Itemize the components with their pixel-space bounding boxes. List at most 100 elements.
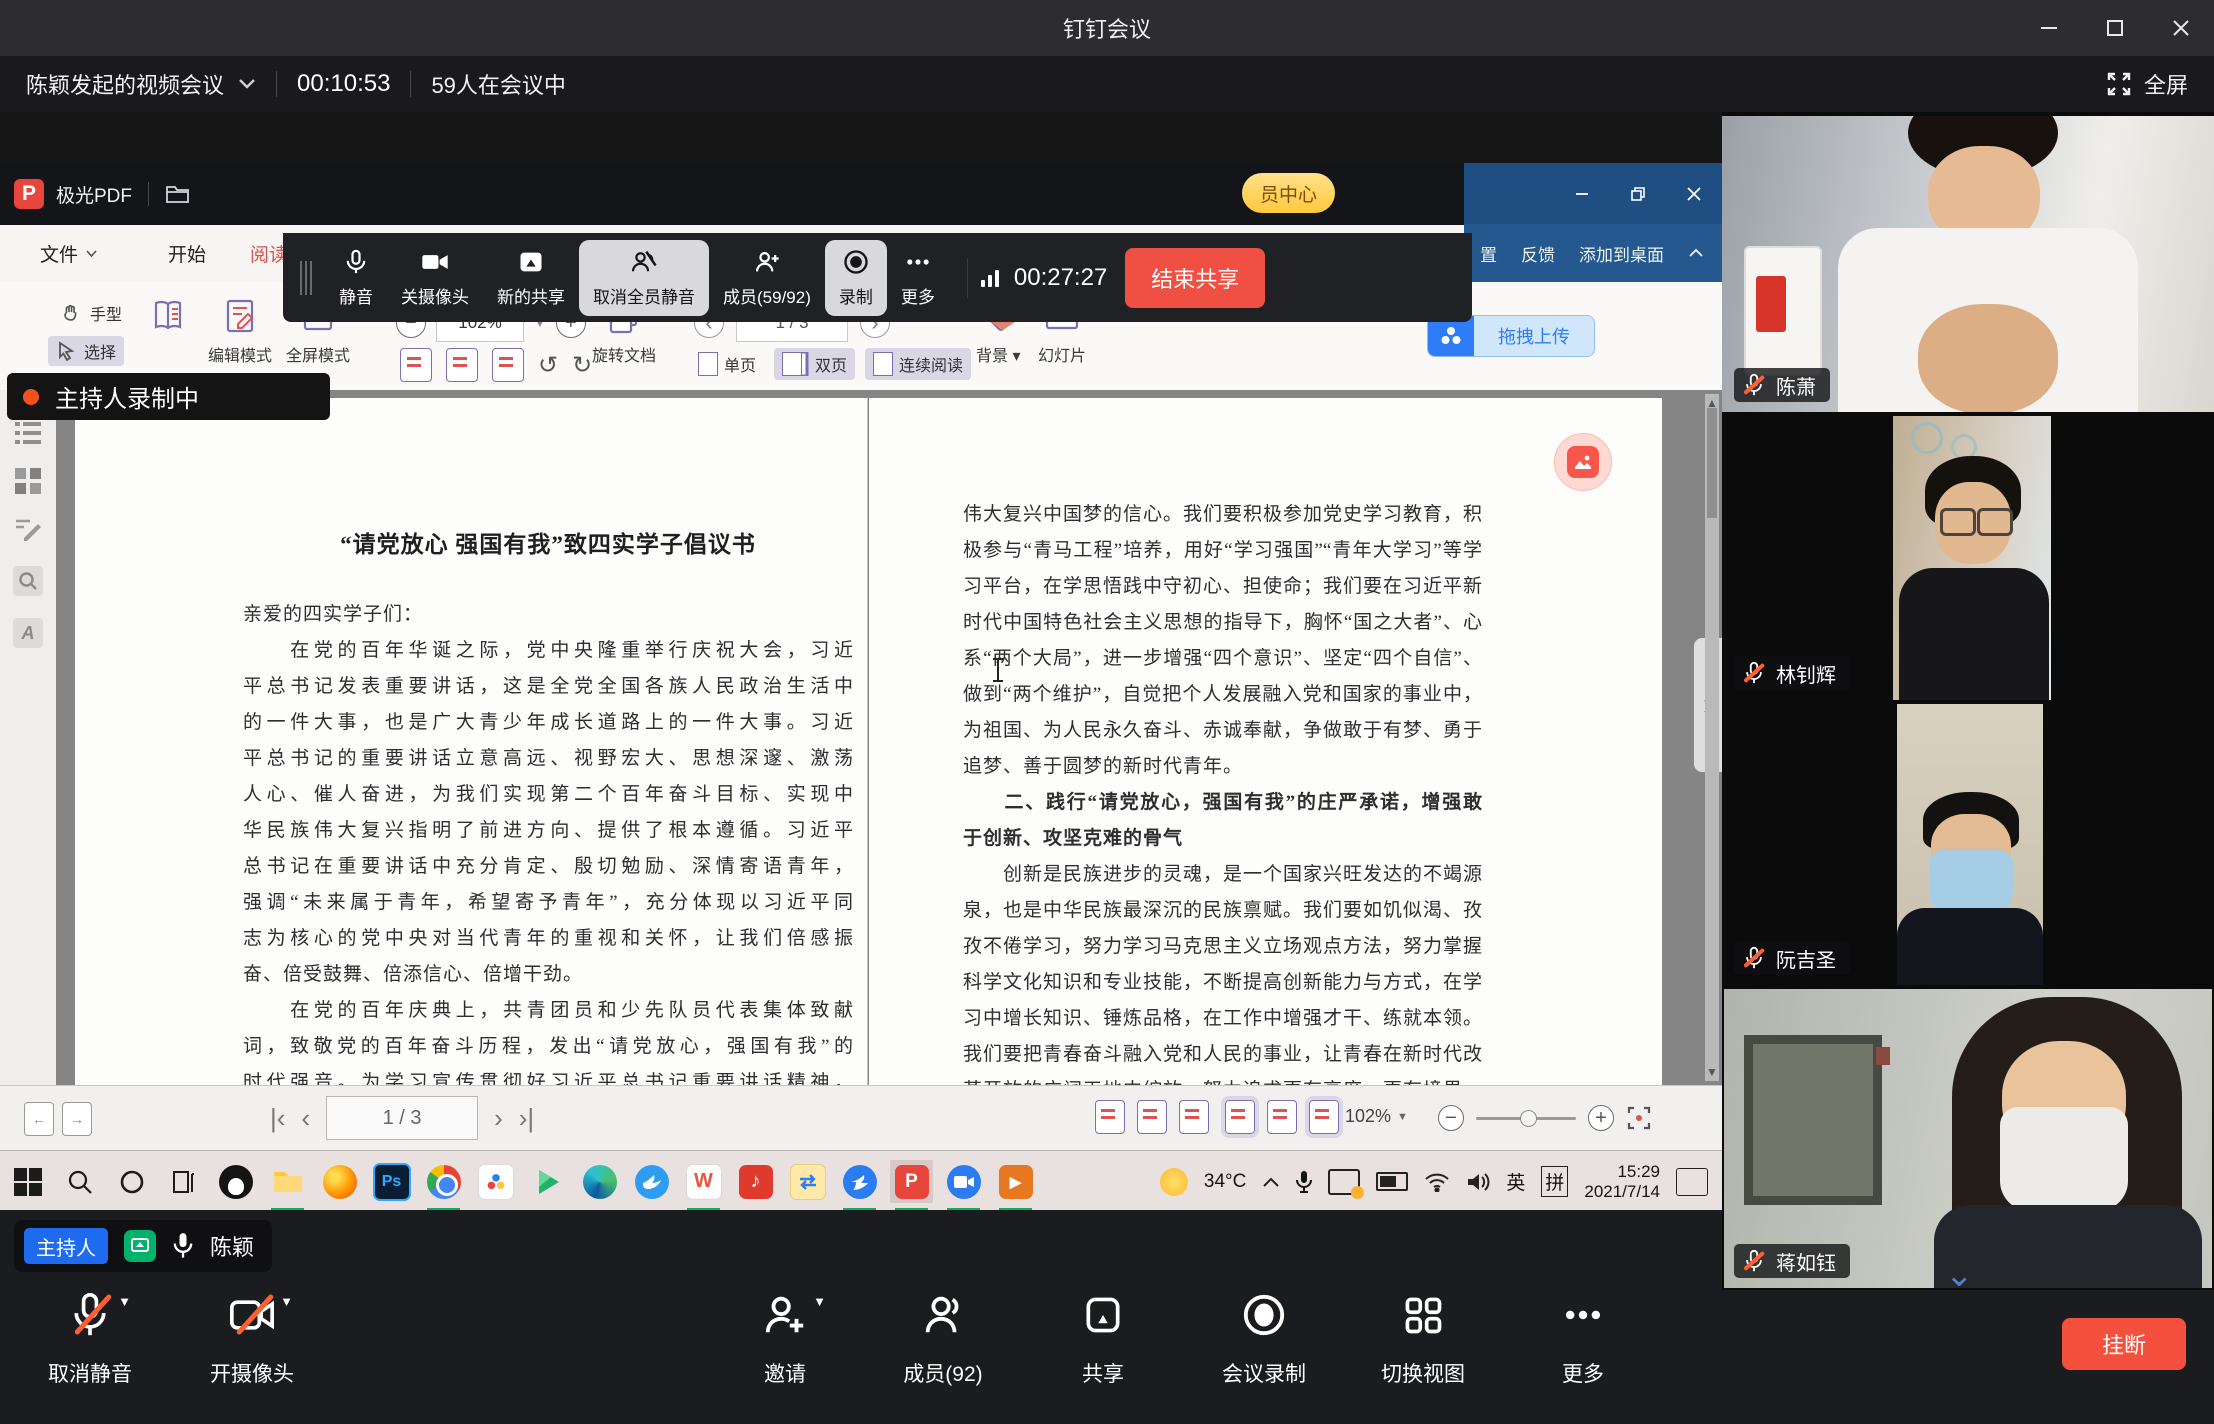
menu-settings[interactable]: 置 [1480, 241, 1497, 266]
pdf-close-button[interactable] [1666, 163, 1722, 225]
status-zoom-level[interactable]: 102%▼ [1345, 1106, 1408, 1127]
fullscreen-icon[interactable] [1626, 1105, 1652, 1131]
battery-icon[interactable] [1376, 1172, 1408, 1191]
double-page-button[interactable]: 双页 [774, 348, 855, 380]
weather-sun-icon[interactable] [1160, 1168, 1188, 1196]
rotate-right-icon[interactable]: ↻ [572, 351, 592, 379]
fit-page-icon[interactable] [1095, 1100, 1125, 1134]
temperature[interactable]: 34°C [1204, 1171, 1246, 1193]
menu-add-desktop[interactable]: 添加到桌面 [1579, 241, 1664, 266]
wifi-icon[interactable] [1424, 1172, 1450, 1192]
minimize-button[interactable] [2016, 0, 2082, 56]
skype-bird-icon[interactable] [630, 1160, 673, 1203]
thumbnails-panel-icon[interactable] [13, 466, 43, 496]
meeting-app-icon[interactable] [942, 1160, 985, 1203]
first-page-button[interactable]: |‹ [270, 1103, 285, 1134]
zoom-out-button[interactable]: − [1438, 1105, 1464, 1131]
members-control[interactable]: 成员(92) [863, 1288, 1023, 1388]
search-icon[interactable] [58, 1160, 101, 1203]
read-mode-button[interactable] [148, 296, 188, 336]
lang-pinyin-indicator[interactable]: 拼 [1541, 1166, 1568, 1197]
previous-page-button[interactable]: ‹ [301, 1103, 310, 1134]
continuous-read-button[interactable]: 连续阅读 [865, 348, 971, 380]
file-explorer-icon[interactable] [266, 1160, 309, 1203]
fullscreen-button[interactable]: 全屏 [2106, 56, 2188, 112]
video-tile[interactable]: 阮吉圣 [1722, 704, 2214, 985]
pdf-restore-button[interactable] [1610, 163, 1666, 225]
drag-handle[interactable] [293, 261, 319, 295]
hang-up-button[interactable]: 挂断 [2062, 1318, 2186, 1370]
video-doc-icon[interactable]: ▶ [994, 1160, 1037, 1203]
unmute-control[interactable]: ▼ 取消静音 [10, 1288, 170, 1388]
firefox-icon[interactable] [318, 1160, 361, 1203]
select-tool-button[interactable]: 选择 [48, 336, 124, 366]
scroll-up-arrow[interactable]: ▲ [1703, 396, 1721, 410]
fit-visible-icon[interactable] [1179, 1100, 1209, 1134]
media-player-icon[interactable] [526, 1160, 569, 1203]
jiguang-pdf-icon[interactable]: P [890, 1160, 933, 1203]
mute-button[interactable]: 静音 [325, 240, 387, 316]
status-page-indicator[interactable]: 1 / 3 [326, 1096, 478, 1140]
cortana-icon[interactable] [110, 1160, 153, 1203]
next-view-icon[interactable]: → [62, 1102, 92, 1136]
fit-visible-icon[interactable] [492, 348, 524, 382]
double-layout-icon[interactable] [1309, 1100, 1339, 1134]
video-tile[interactable]: 林钊辉 [1722, 416, 2214, 700]
attachments-panel-icon[interactable]: A [13, 618, 43, 648]
video-tile[interactable]: 陈萧 [1722, 116, 2214, 412]
meeting-floating-toolbar[interactable]: 静音 关摄像头 新的共享 取消全员静音 [283, 233, 1472, 322]
360-cloud-icon[interactable] [474, 1160, 517, 1203]
fit-page-icon[interactable] [400, 348, 432, 382]
task-view-icon[interactable] [162, 1160, 205, 1203]
switch-view-control[interactable]: 切换视图 [1343, 1288, 1503, 1388]
close-button[interactable] [2148, 0, 2214, 56]
meeting-record-control[interactable]: 会议录制 [1184, 1288, 1344, 1388]
camera-on-control[interactable]: ▼ 开摄像头 [172, 1288, 332, 1388]
fit-width-icon[interactable] [446, 348, 478, 382]
action-center-icon[interactable] [1676, 1168, 1708, 1196]
annotations-panel-icon[interactable] [13, 516, 43, 546]
fit-width-icon[interactable] [1137, 1100, 1167, 1134]
speaker-icon[interactable] [1466, 1172, 1490, 1192]
zoom-slider-knob[interactable] [1520, 1110, 1537, 1127]
video-tile[interactable]: 蒋如钰 ⌄ [1722, 989, 2214, 1288]
hand-tool-button[interactable]: 手型 [52, 298, 130, 328]
taskbar-clock[interactable]: 15:29 2021/7/14 [1584, 1162, 1660, 1202]
hidden-icons-chevron[interactable] [1262, 1176, 1280, 1188]
pdf-document-area[interactable]: “请党放心 强国有我”致四实学子倡议书 亲爱的四实学子们： 在党的百年华诞之际，… [56, 390, 1722, 1085]
share-control[interactable]: 共享 [1023, 1288, 1183, 1388]
maximize-button[interactable] [2082, 0, 2148, 56]
more-control[interactable]: 更多 [1503, 1288, 1663, 1388]
previous-view-icon[interactable]: ← [24, 1102, 54, 1136]
camera-off-button[interactable]: 关摄像头 [387, 240, 483, 316]
menu-feedback[interactable]: 反馈 [1521, 241, 1555, 266]
start-button[interactable] [6, 1160, 49, 1203]
pdf-minimize-button[interactable] [1554, 163, 1610, 225]
outline-panel-icon[interactable] [13, 418, 43, 448]
vertical-scrollbar[interactable] [1705, 394, 1719, 1081]
chrome-icon[interactable] [422, 1160, 465, 1203]
microphone-tray-icon[interactable] [1296, 1170, 1312, 1194]
end-share-button[interactable]: 结束共享 [1125, 248, 1265, 308]
tab-home[interactable]: 开始 [168, 225, 206, 282]
lang-en-indicator[interactable]: 英 [1506, 1168, 1525, 1195]
unmute-all-button[interactable]: 取消全员静音 [579, 240, 709, 316]
invite-control[interactable]: ▼ 邀请 [705, 1288, 865, 1388]
wps-icon[interactable]: W [682, 1160, 725, 1203]
member-center-button[interactable]: 员中心 [1242, 173, 1335, 213]
record-button[interactable]: 录制 [825, 240, 887, 316]
new-share-button[interactable]: 新的共享 [483, 240, 579, 316]
transfer-tool-icon[interactable] [786, 1160, 829, 1203]
search-panel-icon[interactable] [13, 566, 43, 596]
convert-image-floating-button[interactable] [1554, 433, 1612, 491]
next-page-button[interactable]: › [494, 1103, 503, 1134]
zoom-in-button[interactable]: + [1588, 1105, 1614, 1131]
collapse-up-icon[interactable] [1688, 248, 1704, 258]
zoom-slider[interactable] [1476, 1117, 1576, 1120]
more-button[interactable]: 更多 [887, 240, 949, 316]
recording-tray-icon[interactable] [1328, 1169, 1360, 1195]
photoshop-icon[interactable]: Ps [370, 1160, 413, 1203]
scroll-down-arrow[interactable]: ▼ [1703, 1065, 1721, 1079]
netease-music-icon[interactable]: ♪ [734, 1160, 777, 1203]
qq-icon[interactable] [214, 1160, 257, 1203]
